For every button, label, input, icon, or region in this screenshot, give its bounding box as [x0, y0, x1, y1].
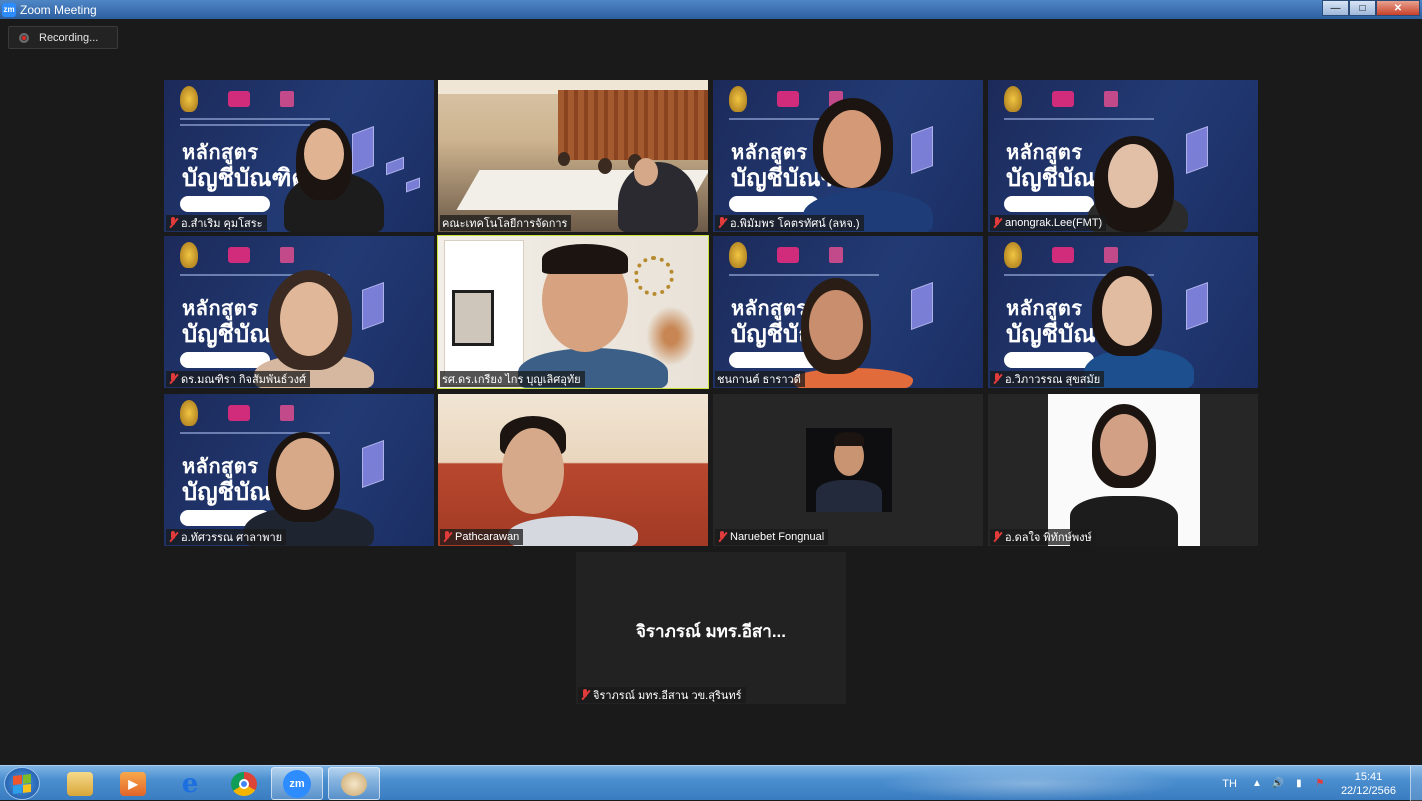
clock-date: 22/12/2566 [1340, 784, 1396, 797]
zoom-icon: zm [283, 769, 311, 798]
taskbar-file-explorer[interactable] [54, 767, 106, 800]
participant-name-label: ชนกานต์ ธาราวดี [715, 371, 805, 387]
video-tile-active-speaker[interactable]: รศ.ดร.เกรียง ไกร บุญเลิศอุทัย [437, 235, 709, 389]
participant-name-label: รศ.ดร.เกรียง ไกร บุญเลิศอุทัย [440, 371, 585, 387]
windows-taskbar: ▶ e zm TH ▲ 🔊 ▮ ⚑ 15:41 22/12/2566 [0, 765, 1422, 801]
mic-muted-icon [717, 217, 727, 229]
participant-name-label: อ.พิมัมพร โคตรทัศน์ (ลหจ.) [715, 215, 864, 231]
mic-muted-icon [168, 217, 178, 229]
video-tile[interactable]: หลักสูตร บัญชีบัณฑิต อ.สำเริม คุมโสระ [164, 80, 434, 232]
maximize-button[interactable]: □ [1349, 0, 1376, 16]
start-button[interactable] [4, 767, 40, 800]
mic-muted-icon [992, 531, 1002, 543]
system-tray: TH ▲ 🔊 ▮ ⚑ 15:41 22/12/2566 [1222, 766, 1422, 801]
video-tile-camera-off[interactable]: จิราภรณ์ มทร.อีสา... จิราภรณ์ มทร.อีสาน … [576, 552, 846, 704]
volume-icon[interactable]: 🔊 [1272, 778, 1284, 790]
taskbar-chrome[interactable] [218, 767, 270, 800]
window-title: Zoom Meeting [20, 2, 97, 17]
taskbar-paint[interactable] [328, 767, 380, 800]
video-tile[interactable]: Naruebet Fongnual [713, 394, 983, 546]
participant-name-label: อ.วิภาวรรณ สุขสมัย [990, 371, 1105, 387]
windows-logo-icon [13, 773, 31, 794]
mic-muted-icon [580, 689, 590, 701]
video-tile[interactable]: หลักสูตร บัญชีบัณฑิต anongrak.Lee(FMT) [988, 80, 1258, 232]
participant-name-label: anongrak.Lee(FMT) [990, 215, 1107, 231]
participant-display-name: จิราภรณ์ มทร.อีสา... [635, 622, 787, 641]
internet-explorer-icon: e [181, 768, 199, 799]
participant-name-label: Naruebet Fongnual [715, 529, 829, 545]
chrome-icon [231, 771, 257, 796]
mic-muted-icon [717, 531, 727, 543]
close-button[interactable]: ✕ [1376, 0, 1420, 16]
participant-name-label: อ.ดลใจ พิทักษ์พงษ์ [990, 529, 1096, 545]
participant-name-label: อ.สำเริม คุมโสระ [166, 215, 267, 231]
taskbar-internet-explorer[interactable]: e [164, 767, 216, 800]
video-tile[interactable]: หลักสูตร บัญชีบัณฑิต ดร.มณฑิรา กิจสัมพัน… [164, 236, 434, 388]
recording-label: Recording... [39, 31, 99, 44]
language-indicator[interactable]: TH [1222, 778, 1237, 790]
window-titlebar: zm Zoom Meeting — □ ✕ [0, 0, 1422, 19]
participant-name-label: จิราภรณ์ มทร.อีสาน วข.สุรินทร์ [578, 687, 746, 703]
record-icon [19, 32, 29, 43]
video-tile[interactable]: หลักสูตร บัญชีบัณฑิต ชนกานต์ ธาราวดี [713, 236, 983, 388]
show-desktop-button[interactable] [1410, 766, 1422, 801]
network-signal-icon[interactable]: ▮ [1293, 778, 1305, 790]
video-tile[interactable]: อ.ดลใจ พิทักษ์พงษ์ [988, 394, 1258, 546]
show-hidden-icons-icon[interactable]: ▲ [1251, 778, 1263, 790]
media-player-icon: ▶ [120, 771, 146, 796]
video-tile[interactable]: คณะเทคโนโลยีการจัดการ [438, 80, 708, 232]
profile-photo [1048, 394, 1200, 546]
profile-photo [806, 428, 892, 512]
video-tile[interactable]: หลักสูตร บัญชีบัณฑิต อ.พิมัมพร โคตรทัศน์… [713, 80, 983, 232]
video-tile[interactable]: Pathcarawan [438, 394, 708, 546]
participant-name-label: ดร.มณฑิรา กิจสัมพันธ์วงศ์ [166, 371, 310, 387]
clock-time: 15:41 [1354, 770, 1383, 783]
minimize-button[interactable]: — [1322, 0, 1349, 16]
window-controls: — □ ✕ [1322, 0, 1420, 17]
participant-video [438, 80, 708, 232]
participant-name-label: คณะเทคโนโลยีการจัดการ [440, 215, 572, 231]
mic-muted-icon [168, 531, 178, 543]
taskbar-zoom[interactable]: zm [271, 767, 323, 800]
zoom-app-icon: zm [2, 2, 16, 17]
action-center-flag-icon[interactable]: ⚑ [1314, 778, 1326, 790]
mic-muted-icon [992, 217, 1002, 229]
mic-muted-icon [168, 373, 178, 385]
recording-indicator[interactable]: Recording... [8, 26, 118, 49]
mic-muted-icon [442, 531, 452, 543]
video-tile[interactable]: หลักสูตร บัญชีบัณฑิต อ.วิภาวรรณ สุขสมัย [988, 236, 1258, 388]
folder-icon [67, 771, 93, 796]
participant-name-label: Pathcarawan [440, 529, 524, 545]
participant-name-label: อ.ทัศวรรณ ศาลาพาย [166, 529, 287, 545]
paint-palette-icon [341, 771, 367, 796]
taskbar-media-player[interactable]: ▶ [107, 767, 159, 800]
mic-muted-icon [992, 373, 1002, 385]
video-tile[interactable]: หลักสูตร บัญชีบัณฑิต อ.ทัศวรรณ ศาลาพาย [164, 394, 434, 546]
taskbar-clock[interactable]: 15:41 22/12/2566 [1341, 770, 1396, 798]
